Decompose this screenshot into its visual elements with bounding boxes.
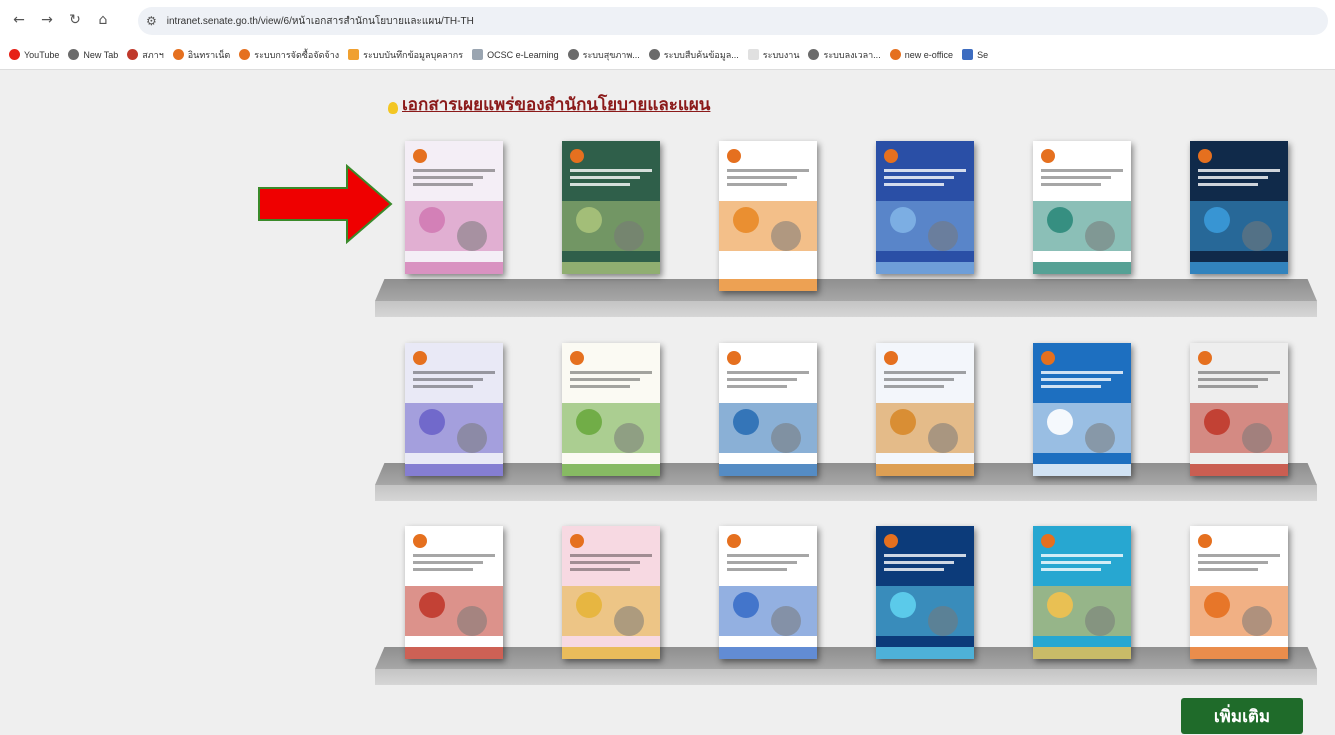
publication-cover[interactable]	[876, 526, 974, 659]
bookmark-favicon-icon	[889, 49, 901, 60]
publication-cover[interactable]	[1190, 141, 1288, 274]
publication-cover[interactable]	[1033, 141, 1131, 274]
bookmark-favicon-icon	[472, 49, 484, 60]
bookmark-item[interactable]: ระบบสืบค้นข้อมูล...	[648, 48, 739, 62]
bookmarks-bar: YouTube New Tab สภาฯ อินทราเน็ต ระบบการจัดซื…	[0, 40, 1335, 70]
publication-cover[interactable]	[719, 526, 817, 659]
address-bar[interactable]: ⚙ intranet.senate.go.th/view/6/หน้าเอกสา…	[138, 7, 1328, 35]
bookmark-favicon-icon	[648, 49, 660, 60]
publication-cover[interactable]	[1033, 526, 1131, 659]
bookmark-label: Se	[977, 49, 989, 60]
site-settings-icon[interactable]: ⚙	[146, 14, 157, 28]
bookshelf	[375, 463, 1317, 501]
browser-toolbar: ← → ↻ ⌂ ⚙ intranet.senate.go.th/view/6/ห…	[0, 0, 1335, 40]
publication-cover[interactable]	[562, 526, 660, 659]
bookmark-item[interactable]: ระบบการจัดซื้อจัดจ้าง	[239, 48, 339, 62]
bookmark-item[interactable]: อินทราเน็ต	[172, 48, 231, 62]
bookmark-item[interactable]: ระบบสุขภาพ...	[567, 48, 640, 62]
bookmark-item[interactable]: Se	[962, 49, 988, 60]
bookmark-label: OCSC e-Learning	[487, 49, 559, 60]
bookmark-favicon-icon	[239, 49, 251, 60]
bookmark-label: new e-office	[904, 49, 954, 60]
bookmark-favicon-icon	[68, 49, 80, 60]
bookmark-favicon-icon	[747, 49, 759, 60]
publication-cover[interactable]	[562, 141, 660, 274]
publication-cover[interactable]	[876, 343, 974, 476]
publication-cover[interactable]	[405, 526, 503, 659]
bookmark-item[interactable]: ระบบบันทึกข้อมูลบุคลากร	[348, 48, 463, 62]
forward-icon[interactable]: →	[36, 9, 58, 31]
publication-cover[interactable]	[1033, 343, 1131, 476]
publication-cover[interactable]	[876, 141, 974, 274]
bookmark-label: ระบบสุขภาพ...	[582, 49, 640, 60]
bookmark-label: New Tab	[83, 49, 119, 60]
bookmark-item[interactable]: ระบบลงเวลา...	[808, 48, 881, 62]
bookmark-favicon-icon	[9, 49, 20, 60]
bookmark-label: ระบบการจัดซื้อจัดจ้าง	[254, 49, 340, 60]
bookmark-label: ระบบสืบค้นข้อมูล...	[663, 49, 739, 60]
bookmark-favicon-icon	[127, 49, 139, 60]
bookshelf	[375, 279, 1317, 317]
page-title[interactable]: เอกสารเผยแพร่ของสำนักนโยบายและแผน	[402, 91, 710, 118]
bookmark-item[interactable]: new e-office	[889, 49, 954, 60]
bookmark-label: ระบบบันทึกข้อมูลบุคลากร	[363, 49, 464, 60]
bookmark-item[interactable]: ระบบงาน	[747, 48, 800, 62]
bookmark-favicon-icon	[567, 49, 579, 60]
bookmark-favicon-icon	[808, 49, 820, 60]
bookmark-item[interactable]: New Tab	[68, 49, 118, 60]
bookmark-item[interactable]: OCSC e-Learning	[472, 49, 559, 60]
publication-cover[interactable]	[1190, 526, 1288, 659]
bookmark-item[interactable]: สภาฯ	[127, 48, 164, 62]
publication-cover[interactable]	[562, 343, 660, 476]
publication-cover[interactable]	[405, 141, 503, 274]
page-heading[interactable]: เอกสารเผยแพร่ของสำนักนโยบายและแผน	[388, 91, 710, 118]
bookmark-favicon-icon	[962, 49, 974, 60]
reload-icon[interactable]: ↻	[64, 9, 86, 31]
bookmark-label: อินทราเน็ต	[187, 49, 231, 60]
bookmark-label: สภาฯ	[142, 49, 164, 60]
bookmark-item[interactable]: YouTube	[9, 49, 59, 60]
more-button[interactable]: เพิ่มเติม	[1181, 698, 1303, 734]
back-icon[interactable]: ←	[8, 9, 30, 31]
bookmark-label: ระบบลงเวลา...	[823, 49, 881, 60]
red-arrow-icon	[258, 164, 393, 244]
page-content: เอกสารเผยแพร่ของสำนักนโยบายและแผน เพิ่มเ…	[0, 71, 1335, 735]
bookmark-favicon-icon	[172, 49, 184, 60]
bookmark-label: ระบบงาน	[762, 49, 800, 60]
bookshelf	[375, 647, 1317, 685]
publication-cover[interactable]	[405, 343, 503, 476]
lightbulb-icon	[388, 101, 398, 114]
publication-cover[interactable]	[1190, 343, 1288, 476]
home-icon[interactable]: ⌂	[92, 9, 114, 31]
bookmark-favicon-icon	[348, 49, 360, 60]
url-text[interactable]: intranet.senate.go.th/view/6/หน้าเอกสารส…	[167, 14, 474, 29]
publication-cover[interactable]	[719, 141, 817, 291]
publication-cover[interactable]	[719, 343, 817, 476]
bookmark-label: YouTube	[24, 49, 60, 60]
